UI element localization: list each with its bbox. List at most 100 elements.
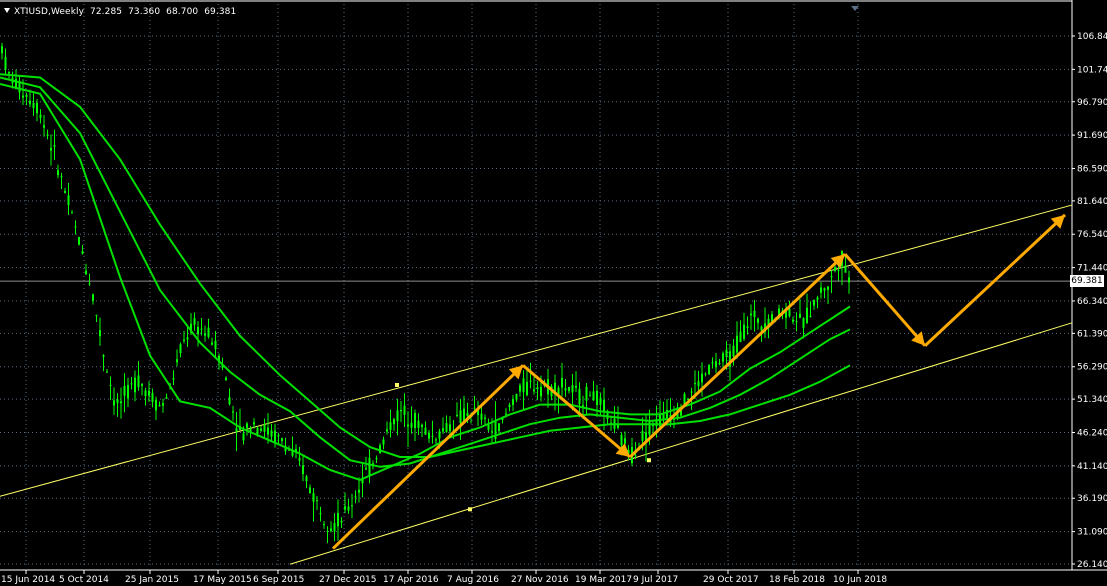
candle-body [330, 528, 332, 531]
x-tick-label: 25 Jan 2015 [125, 575, 179, 585]
candle-body [382, 439, 385, 445]
candle-body [834, 267, 836, 271]
candle-body [736, 335, 738, 353]
y-tick-label: 86.590 [1077, 164, 1107, 174]
candle-body [358, 489, 360, 493]
candle-body [519, 385, 521, 392]
candle-body [92, 294, 94, 301]
candle-body [529, 380, 532, 382]
candle-body [50, 147, 52, 151]
candle-body [319, 513, 322, 515]
chevron-down-icon[interactable] [4, 8, 10, 13]
y-tick-label: 96.790 [1077, 98, 1107, 108]
y-tick-label: 91.690 [1077, 131, 1107, 141]
candle-body [298, 457, 301, 461]
x-tick-label: 17 Apr 2016 [383, 575, 439, 585]
candle-body [536, 387, 539, 390]
candle-body [522, 378, 525, 393]
candle-body [788, 308, 791, 317]
candle-body [302, 465, 304, 474]
x-tick-label: 10 Jun 2018 [833, 575, 887, 585]
candle-body [235, 428, 238, 432]
candle-body [340, 520, 343, 523]
candle-body [281, 438, 283, 442]
price-chart[interactable]: 106.840 101.740 96.790 91.690 86.590 81.640 76… [0, 0, 1107, 586]
candle-body [134, 377, 136, 393]
candle-body [67, 195, 70, 206]
close-value: 69.381 [204, 7, 237, 17]
candle-body [46, 134, 49, 136]
candle-body [802, 318, 805, 328]
candle-body [106, 371, 108, 373]
candle-body [95, 314, 98, 316]
candle-body [267, 427, 269, 435]
candle-body [568, 387, 570, 392]
candle-body [704, 373, 707, 375]
candle-body [179, 344, 182, 354]
candle-body [540, 386, 542, 397]
candle-body [743, 324, 745, 339]
candle-body [438, 431, 441, 439]
candle-body [305, 476, 308, 482]
candle-body [575, 385, 577, 388]
candle-body [368, 457, 371, 476]
candle-body [571, 385, 574, 393]
candle-body [634, 454, 637, 456]
candle-body [228, 397, 231, 405]
candle-body [837, 270, 840, 272]
candle-body [347, 506, 350, 511]
chart-shift-marker-icon[interactable] [851, 6, 859, 11]
candle-body [141, 383, 143, 386]
candle-body [39, 114, 42, 119]
high-value: 73.360 [128, 7, 161, 17]
x-tick-label: 7 Aug 2016 [447, 575, 499, 585]
candle-body [596, 390, 598, 406]
candle-body [498, 423, 500, 431]
candle-body [456, 414, 458, 416]
trend-arrow-line [331, 364, 525, 550]
candle-body [792, 319, 794, 322]
candle-body [242, 433, 245, 441]
candle-body [582, 405, 584, 407]
candle-body [820, 287, 822, 293]
candle-body [375, 458, 378, 460]
candle-body [43, 125, 45, 128]
candle-body [123, 385, 126, 396]
candle-body [148, 390, 150, 396]
x-tick-label: 6 Sep 2015 [253, 575, 304, 585]
chart-window[interactable]: 106.840 101.740 96.790 91.690 86.590 81.640 76… [0, 0, 1107, 586]
x-tick-label: 17 May 2015 [193, 575, 252, 585]
candle-body [316, 500, 318, 502]
candle-body [690, 391, 693, 393]
candle-body [253, 422, 255, 425]
candle-body [120, 401, 122, 404]
candle-body [386, 429, 388, 432]
candle-body [750, 313, 752, 316]
candle-body [620, 434, 623, 446]
candle-body [158, 405, 161, 407]
x-tick-label: 27 Dec 2015 [319, 575, 377, 585]
candle-body [564, 388, 567, 391]
candle-body [162, 403, 164, 406]
candle-body [641, 431, 644, 441]
candle-body [718, 363, 721, 365]
candle-body [844, 265, 847, 273]
candle-body [57, 170, 59, 176]
candle-body [263, 424, 266, 432]
candle-body [757, 318, 759, 323]
candle-body [127, 385, 129, 399]
candle-body [701, 373, 703, 383]
candle-body [715, 361, 717, 368]
candle-body [197, 326, 199, 335]
x-tick-label: 18 Feb 2018 [769, 575, 825, 585]
y-tick-label: 36.190 [1077, 494, 1107, 504]
open-value: 72.285 [90, 7, 123, 17]
candle-body [431, 435, 434, 437]
y-tick-label: 61.390 [1077, 329, 1107, 339]
candle-body [760, 326, 763, 331]
candle-body [71, 212, 73, 214]
candle-body [193, 318, 196, 325]
y-tick-label: 101.740 [1077, 65, 1107, 75]
low-value: 68.700 [166, 7, 199, 17]
candle-body [806, 307, 808, 324]
